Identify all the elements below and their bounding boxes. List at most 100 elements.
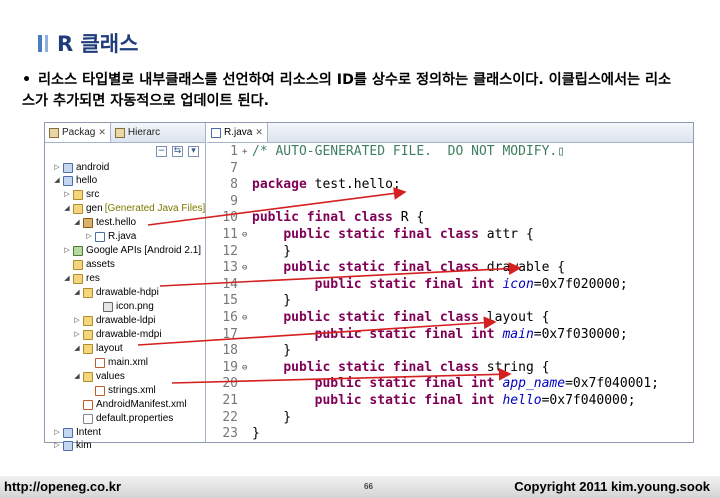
library-icon: [73, 245, 83, 256]
code-line: 13 ⊖ public static final class drawable {: [207, 260, 565, 277]
expand-toggle-icon[interactable]: ◢: [73, 286, 81, 299]
tree-item[interactable]: ▷ kim: [53, 439, 91, 452]
folder-icon: [83, 329, 93, 340]
bullet-text-block: • 리소스 타입별로 내부클래스를 선언하여 리소스의 ID를 상수로 정의하는 …: [22, 70, 682, 112]
code-token: test.hello;: [306, 177, 401, 193]
code-line: 17 public static final int main =0x7f0300…: [207, 327, 627, 344]
expand-toggle-icon[interactable]: ▷: [63, 244, 71, 257]
fold-marker-icon[interactable]: ⊖: [242, 227, 252, 244]
tab-r-java[interactable]: R.java ✕: [207, 123, 268, 142]
fold-marker-icon[interactable]: +: [242, 144, 252, 161]
expand-toggle-icon[interactable]: ◢: [73, 370, 81, 383]
expand-toggle-icon[interactable]: ◢: [63, 272, 71, 285]
line-number: 22: [222, 409, 238, 425]
code-line: 9: [207, 194, 252, 211]
tree-item[interactable]: ▷ Intent: [53, 426, 101, 439]
code-line: 20 public static final int app_name =0x7f…: [207, 376, 659, 393]
tree-item-label: Intent: [76, 427, 102, 438]
tree-item[interactable]: ◢ res: [63, 272, 100, 285]
tree-item[interactable]: ▷ Google APIs [Android 2.1]: [63, 244, 201, 257]
close-icon[interactable]: ✕: [98, 127, 106, 138]
tree-item[interactable]: ◢ values: [73, 370, 125, 383]
code-line: 18 }: [207, 343, 291, 360]
tree-item-label: main.xml: [108, 357, 149, 368]
editor-tabbar: R.java ✕: [207, 123, 693, 143]
tree-item[interactable]: ◢ gen [Generated Java Files]: [63, 202, 205, 215]
footer-url: http://openeg.co.kr: [4, 479, 121, 494]
tree-item[interactable]: ▷ drawable-ldpi: [73, 314, 155, 327]
expand-toggle-icon[interactable]: ▷: [63, 188, 71, 201]
code-token: public static final int: [314, 393, 495, 408]
tree-item-label: drawable-ldpi: [96, 315, 156, 326]
expand-toggle-icon[interactable]: ▷: [53, 439, 61, 452]
tree-item[interactable]: ◢ drawable-hdpi: [73, 286, 159, 299]
line-number: 23: [222, 426, 238, 442]
tree-item[interactable]: ▷ android: [53, 161, 109, 174]
fold-marker-icon[interactable]: ⊖: [242, 310, 252, 327]
line-number: 19: [222, 359, 238, 375]
tree-item-label: layout: [96, 343, 123, 354]
tree-item[interactable]: ◢ hello: [53, 174, 97, 187]
expand-toggle-icon[interactable]: ▷: [73, 314, 81, 327]
expand-toggle-icon[interactable]: ◢: [53, 174, 61, 187]
link-editor-icon[interactable]: ⇆: [172, 146, 183, 157]
folder-icon: [73, 259, 83, 270]
expand-toggle-icon[interactable]: ◢: [73, 342, 81, 355]
code-token: public static final int: [314, 276, 495, 292]
tree-item[interactable]: default.properties: [73, 412, 173, 425]
expand-toggle-icon[interactable]: ◢: [73, 216, 81, 229]
folder-icon: [73, 189, 83, 200]
expand-toggle-icon[interactable]: ▷: [53, 426, 61, 439]
tab-r-java-label: R.java: [224, 127, 253, 138]
code-line: 22 }: [207, 410, 291, 427]
tree-item[interactable]: ▷ R.java: [85, 230, 136, 243]
code-token: =0x7f020000;: [533, 276, 628, 292]
xml-file-icon: [83, 399, 93, 410]
footer-copyright: Copyright 2011 kim.young.sook: [514, 479, 710, 494]
tree-item[interactable]: AndroidManifest.xml: [73, 398, 187, 411]
code-token: public final class: [252, 210, 393, 226]
fold-marker-icon[interactable]: ⊖: [242, 360, 252, 377]
tree-item[interactable]: main.xml: [85, 356, 148, 369]
folder-icon: [83, 287, 93, 298]
tab-package-explorer[interactable]: Packag ✕: [45, 123, 111, 142]
tree-item[interactable]: ▷ drawable-mdpi: [73, 328, 161, 341]
line-number: 10: [222, 210, 238, 226]
code-token: string {: [478, 359, 550, 375]
code-token: public static final class: [283, 227, 479, 242]
code-token: public static final class: [283, 359, 479, 375]
tree-item[interactable]: ▷ src: [63, 188, 99, 201]
tree-item[interactable]: ◢ layout: [73, 342, 123, 355]
tree-item-label: R.java: [108, 231, 137, 242]
tree-item[interactable]: ◢ test.hello: [73, 216, 136, 229]
slide-title-text: R 클래스: [57, 32, 139, 56]
expand-toggle-icon[interactable]: ▷: [85, 230, 93, 243]
line-number: 7: [230, 160, 238, 176]
code-token: public static final class: [283, 260, 479, 276]
collapse-all-icon[interactable]: −: [156, 146, 167, 157]
tree-item[interactable]: icon.png: [93, 300, 154, 313]
code-token: }: [252, 343, 292, 359]
view-menu-icon[interactable]: ▾: [188, 146, 199, 157]
expand-toggle-icon[interactable]: ▷: [73, 328, 81, 341]
file-icon: [83, 413, 93, 424]
line-number: 15: [222, 293, 238, 309]
expand-toggle-icon[interactable]: ▷: [53, 161, 61, 174]
tree-item[interactable]: assets: [63, 258, 115, 271]
expand-toggle-icon[interactable]: ◢: [63, 202, 71, 215]
code-token: layout {: [478, 310, 550, 325]
tab-hierarchy[interactable]: Hierarc: [111, 123, 164, 142]
close-icon[interactable]: ✕: [255, 127, 263, 138]
tree-item[interactable]: strings.xml: [85, 384, 156, 397]
code-line: 21 public static final int hello =0x7f040…: [207, 393, 635, 410]
fold-marker-icon[interactable]: ⊖: [242, 260, 252, 277]
code-token: }: [252, 243, 292, 259]
